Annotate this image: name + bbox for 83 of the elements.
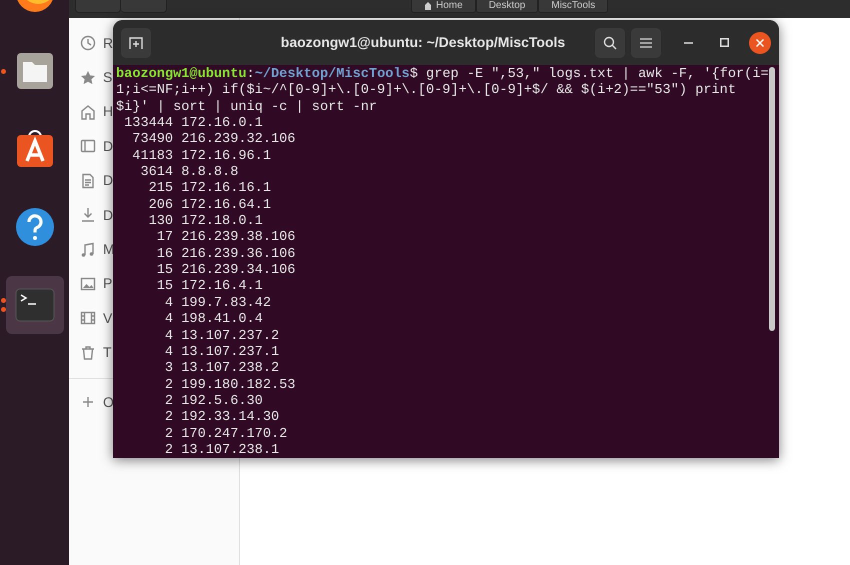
scrollbar[interactable] <box>769 67 775 331</box>
sidebar-item[interactable]: S <box>80 60 112 95</box>
breadcrumb-button[interactable]: MiscTools <box>538 0 608 13</box>
count-text: 2 <box>164 426 174 443</box>
sidebar-item[interactable]: D <box>80 129 114 164</box>
folder-icon <box>14 51 54 91</box>
ip-address-text: 199.180.182.53 <box>181 378 296 394</box>
star-icon <box>80 70 96 86</box>
ip-address-text: 172.16.96.1 <box>181 148 271 166</box>
count-text: 4 <box>164 328 174 345</box>
music-note-icon <box>80 242 96 258</box>
sidebar-item[interactable]: T <box>80 336 112 370</box>
count-text: 16 <box>156 246 174 264</box>
ip-address-text: 192.33.14.30 <box>181 410 280 427</box>
ip-address-text: 170.247.170.2 <box>181 426 288 443</box>
count-text: 3 <box>164 361 174 378</box>
desktop-icon <box>80 138 96 154</box>
count-text: 2 <box>164 442 174 458</box>
count-text: 206 <box>148 198 174 214</box>
sidebar-item[interactable]: O <box>80 384 114 420</box>
breadcrumb-button[interactable]: Home <box>411 0 476 13</box>
minimize-icon <box>684 42 692 44</box>
ip-address-text: 172.16.4.1 <box>181 279 263 296</box>
count-text: 4 <box>164 312 174 328</box>
ip-address-text: 13.107.238.2 <box>181 361 280 378</box>
command-line: baozongw1@ubuntu:~/Desktop/MiscTools$ grep -E ",53," logs.txt | awk -F, '{for(i=1;i<=NF;i++) if($i~/^[0-9]+\.[0-9]+\.[0-9]+\.[0-9]+$/ && $(i+2)=="53") print $i}' | sort | uniq -c | sort -nr <box>116 67 770 116</box>
ip-address-text: 216.239.32.106 <box>181 132 296 149</box>
count-text: 130 <box>148 214 174 230</box>
ip-address-text: 172.18.0.1 <box>181 214 263 230</box>
ip-address-text: 199.7.83.42 <box>181 296 271 312</box>
download-icon <box>80 207 96 224</box>
film-icon <box>80 310 96 326</box>
ip-address-text: 172.16.16.1 <box>181 181 271 198</box>
help-icon <box>14 207 54 247</box>
ip-address-text: 172.16.0.1 <box>181 116 263 132</box>
home-icon <box>424 2 432 10</box>
search-button[interactable] <box>595 28 625 58</box>
home-icon <box>80 104 96 120</box>
menu-icon <box>640 38 652 48</box>
count-text: 215 <box>148 181 174 198</box>
count-text: 2 <box>164 410 174 427</box>
sidebar-item[interactable]: D <box>80 198 114 232</box>
count-text: 73490 <box>131 132 174 149</box>
shopping-bag-icon <box>14 129 54 169</box>
trash-icon <box>80 344 96 361</box>
sidebar-item[interactable]: D <box>80 164 114 198</box>
ip-address-text: 13.107.237.1 <box>181 344 280 362</box>
ip-address-text: 198.41.0.4 <box>181 312 263 328</box>
maximize-icon <box>720 38 728 47</box>
ip-address-text: 216.239.36.106 <box>181 246 296 264</box>
document-icon <box>80 172 96 189</box>
count-text: 15 <box>156 263 174 280</box>
count-text: 2 <box>164 378 174 394</box>
window-title: baozongw1@ubuntu: ~/Desktop/MiscTools <box>280 33 566 52</box>
count-text: 2 <box>164 394 174 410</box>
count-text: 4 <box>164 344 174 362</box>
sidebar-item[interactable]: P <box>80 266 112 302</box>
close-button[interactable] <box>749 32 771 54</box>
count-text: 15 <box>156 279 174 296</box>
picture-icon <box>80 276 96 292</box>
ip-address-text: 13.107.237.2 <box>181 328 280 345</box>
new-tab-button[interactable] <box>121 28 151 58</box>
menu-button[interactable] <box>631 28 661 58</box>
ip-address-text: 216.239.34.106 <box>181 263 296 280</box>
close-icon <box>756 38 764 46</box>
sidebar-item[interactable]: H <box>80 94 114 130</box>
ip-address-text: 172.16.64.1 <box>181 198 271 214</box>
clock-icon <box>80 35 96 52</box>
sidebar-item[interactable]: V <box>80 301 112 336</box>
count-text: 41183 <box>131 148 174 166</box>
count-text: 3614 <box>139 165 174 182</box>
search-icon <box>603 36 617 50</box>
ip-address-text: 216.239.38.106 <box>181 230 296 247</box>
new-tab-icon <box>129 36 143 50</box>
ip-address-text: 192.5.6.30 <box>181 394 263 410</box>
count-text: 4 <box>164 296 174 312</box>
breadcrumb-button[interactable]: Desktop <box>476 0 538 13</box>
terminal-icon <box>14 288 54 322</box>
count-text: 17 <box>156 230 174 247</box>
sidebar-item[interactable]: R <box>80 26 114 60</box>
count-text: 133444 <box>123 116 174 132</box>
ip-address-text: 13.107.238.1 <box>181 442 280 458</box>
ip-address-text: 8.8.8.8 <box>181 165 238 182</box>
